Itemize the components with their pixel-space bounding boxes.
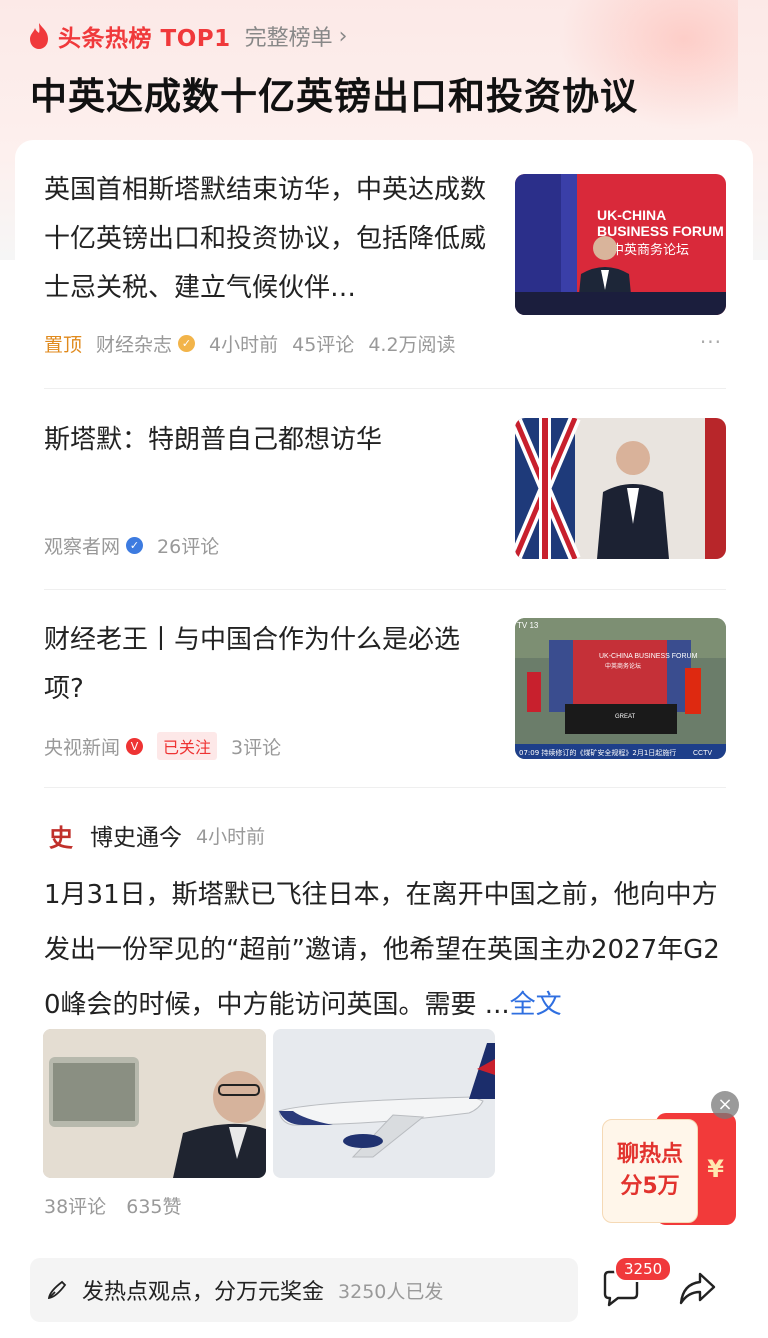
news-reads: 4.2万阅读 xyxy=(368,334,456,356)
post-likes[interactable]: 635赞 xyxy=(126,1196,181,1218)
chevron-right-icon: › xyxy=(338,23,348,49)
news-time: 4小时前 xyxy=(209,334,279,356)
car-selfie-photo xyxy=(43,1029,266,1178)
followed-tag[interactable]: 已关注 xyxy=(157,732,218,760)
share-icon[interactable] xyxy=(676,1268,718,1308)
forum-subcaption: 中英商务论坛 xyxy=(605,662,641,670)
close-icon[interactable]: × xyxy=(711,1091,739,1119)
post-header: 史 博史通今 4小时前 xyxy=(44,815,265,855)
forum-sign-line3: 中英商务论坛 xyxy=(611,242,689,258)
comment-count-badge: 3250 xyxy=(614,1256,673,1282)
channel-ticker: TV 13 xyxy=(517,621,539,630)
promo-card: 聊热点 分5万 xyxy=(602,1119,698,1223)
table-sign: GREAT xyxy=(615,714,636,720)
news-meta: 置顶 财经杂志 ✓ 4小时前 45评论 4.2万阅读 xyxy=(44,330,470,357)
full-text-link[interactable]: 全文 xyxy=(510,990,562,1020)
promo-line1: 聊热点 xyxy=(616,1142,683,1167)
news-source[interactable]: 财经杂志 xyxy=(96,330,172,357)
airplane-photo xyxy=(273,1029,495,1178)
promo-widget[interactable]: 聊热点 分5万 ¥ xyxy=(602,1113,736,1226)
avatar[interactable]: 史 xyxy=(44,818,78,852)
news-comments: 26评论 xyxy=(157,536,220,558)
news-thumbnail[interactable]: UK-CHINA BUSINESS FORUM 中英商务论坛 GREAT 07:… xyxy=(515,618,726,759)
news-source[interactable]: 央视新闻 xyxy=(44,733,120,760)
verified-badge-icon: V xyxy=(126,737,144,755)
news-source[interactable]: 观察者网 xyxy=(44,532,120,559)
post-image[interactable] xyxy=(43,1029,266,1178)
news-meta: 观察者网 ✓ 26评论 xyxy=(44,532,233,559)
hot-list-bar[interactable]: 头条热榜 TOP1 完整榜单 › xyxy=(28,18,347,54)
post-meta: 38评论 635赞 xyxy=(44,1192,196,1219)
promo-line2: 分5万 xyxy=(620,1174,680,1199)
news-item[interactable]: 财经老王丨与中国合作为什么是必选项? UK-CHINA BUSINESS FOR… xyxy=(44,616,726,766)
forum-photo: UK-CHINA BUSINESS FORUM 中英商务论坛 xyxy=(515,174,726,315)
more-options-icon[interactable]: ··· xyxy=(700,330,722,354)
news-comments: 3评论 xyxy=(231,736,282,759)
forum-sign-line2: BUSINESS FORUM xyxy=(597,223,724,239)
verified-badge-icon: ✓ xyxy=(126,537,144,554)
news-comments: 45评论 xyxy=(292,334,355,356)
bottom-bar: 发热点观点，分万元奖金 3250人已发 3250 xyxy=(0,1244,768,1338)
cctv-logo: CCTV xyxy=(693,750,712,757)
news-item[interactable]: 斯塔默：特朗普自己都想访华 观察者网 ✓ 26评论 xyxy=(44,416,726,566)
divider xyxy=(44,787,726,788)
page-headline: 中英达成数十亿英镑出口和投资协议 xyxy=(30,75,638,118)
divider xyxy=(44,589,726,590)
compose-prompt: 发热点观点，分万元奖金 xyxy=(82,1280,325,1305)
news-crawl-text: 07:09 持续修订的《煤矿安全规程》2月1日起施行 xyxy=(519,748,676,757)
verified-badge-icon: ✓ xyxy=(178,335,196,352)
post-body[interactable]: 1月31日，斯塔默已飞往日本，在离开中国之前，他向中方发出一份罕见的“超前”邀请… xyxy=(44,868,726,1033)
post-time: 4小时前 xyxy=(196,825,266,848)
news-title[interactable]: 斯塔默：特朗普自己都想访华 xyxy=(44,416,494,465)
forum-sign-line1: UK-CHINA xyxy=(597,207,666,223)
pen-icon xyxy=(47,1280,67,1300)
signing-ceremony-photo: UK-CHINA BUSINESS FORUM 中英商务论坛 GREAT 07:… xyxy=(515,618,726,759)
forum-caption: UK-CHINA BUSINESS FORUM xyxy=(599,653,698,660)
hot-list-title[interactable]: 头条热榜 TOP1 xyxy=(58,19,231,53)
compose-input[interactable]: 发热点观点，分万元奖金 3250人已发 xyxy=(30,1258,578,1322)
news-item[interactable]: 英国首相斯塔默结束访华，中英达成数十亿英镑出口和投资协议，包括降低威士忌关税、建… xyxy=(44,166,726,366)
divider xyxy=(44,388,726,389)
news-meta: 央视新闻 V 已关注 3评论 xyxy=(44,732,295,760)
post-image[interactable] xyxy=(273,1029,495,1178)
post-text: 1月31日，斯塔默已飞往日本，在离开中国之前，他向中方发出一份罕见的“超前”邀请… xyxy=(44,880,720,1020)
news-title[interactable]: 财经老王丨与中国合作为什么是必选项? xyxy=(44,616,494,714)
news-title[interactable]: 英国首相斯塔默结束访华，中英达成数十亿英镑出口和投资协议，包括降低威士忌关税、建… xyxy=(44,166,494,313)
post-author[interactable]: 博史通今 xyxy=(90,818,182,852)
compose-count: 3250人已发 xyxy=(338,1280,444,1303)
news-thumbnail[interactable]: UK-CHINA BUSINESS FORUM 中英商务论坛 xyxy=(515,174,726,315)
fire-icon xyxy=(30,23,48,49)
news-thumbnail[interactable] xyxy=(515,418,726,559)
full-list-link[interactable]: 完整榜单 xyxy=(245,20,333,52)
post-comments[interactable]: 38评论 xyxy=(44,1196,106,1218)
yuan-symbol: ¥ xyxy=(707,1155,724,1183)
pinned-tag: 置顶 xyxy=(44,334,83,356)
interview-photo xyxy=(515,418,726,559)
